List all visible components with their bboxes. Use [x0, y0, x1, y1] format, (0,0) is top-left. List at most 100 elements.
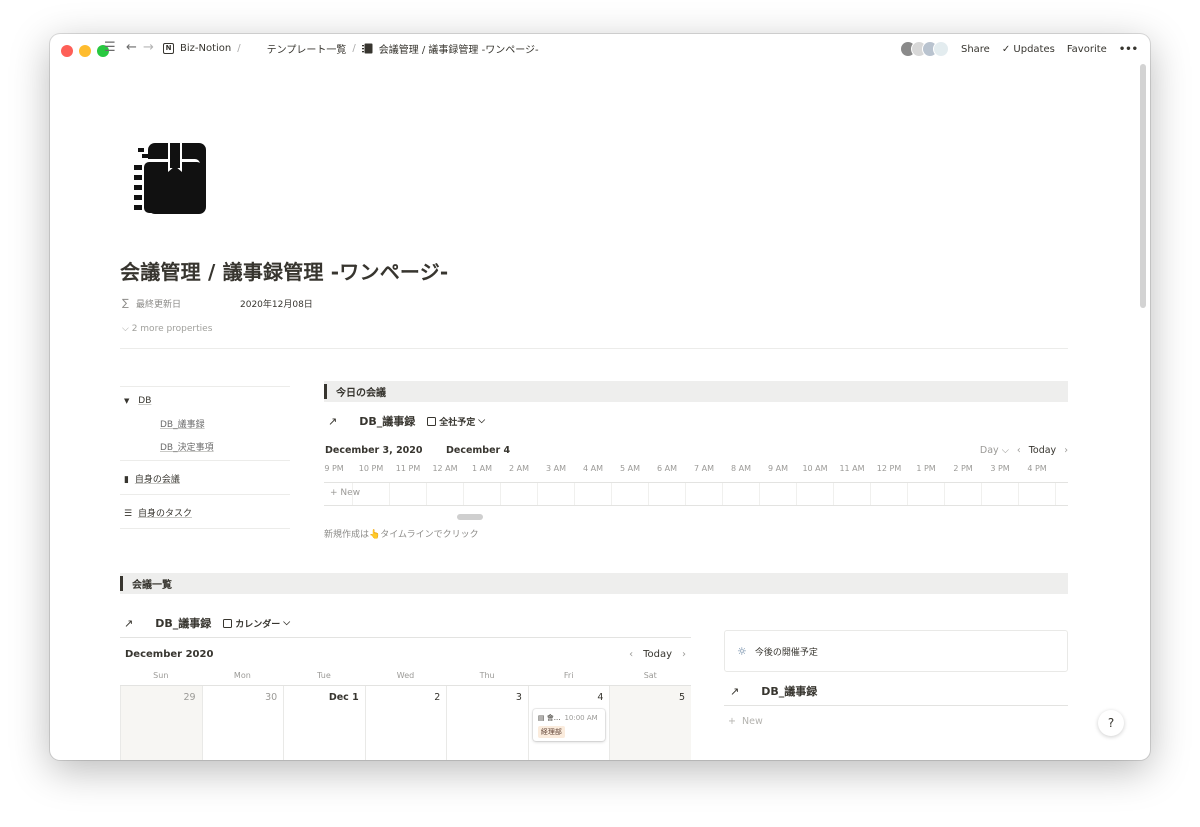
chevron-down-icon: ⌵ — [1001, 445, 1009, 456]
door-icon: ▮ — [124, 475, 129, 485]
timeline-column-line — [1018, 483, 1019, 505]
prev-month-icon[interactable]: ‹ — [629, 649, 633, 660]
breadcrumb: N Biz-Notion / テンプレート一覧 / 会議管理 / 議事録管理 -… — [163, 41, 539, 56]
calendar-day-cell[interactable]: 4 ▤ 會... 10:00 AM 経理部 — [527, 686, 610, 760]
day-number: 2 — [434, 692, 441, 703]
calendar-day-cell[interactable]: Dec 1 — [283, 686, 365, 760]
timeline-column-line — [1055, 483, 1056, 505]
sidebar-menu-icon[interactable]: ☰ — [104, 40, 116, 55]
page-title[interactable]: 会議管理 / 議事録管理 -ワンページ- — [120, 256, 448, 285]
timeline-column-line — [648, 483, 649, 505]
more-options-button[interactable]: ••• — [1119, 44, 1138, 55]
sigma-icon: ∑ — [122, 298, 129, 309]
next-icon[interactable]: › — [1064, 445, 1068, 456]
calendar-controls: ‹ Today › — [629, 649, 686, 660]
timeline-column-line — [685, 483, 686, 505]
prev-icon[interactable]: ‹ — [1017, 445, 1021, 456]
timeline-column-line — [870, 483, 871, 505]
timeline-column-line — [389, 483, 390, 505]
avatar[interactable] — [932, 41, 949, 57]
favorite-button[interactable]: Favorite — [1067, 44, 1107, 55]
timeline-hour-label: 1 PM — [916, 464, 936, 473]
weekday-label: Wed — [396, 671, 415, 680]
toggle-db[interactable]: ▼ DB — [124, 396, 151, 406]
timeline-hour-label: 4 PM — [1027, 464, 1047, 473]
plus-icon: + — [728, 716, 736, 727]
updates-button[interactable]: ✓ Updates — [1002, 44, 1055, 55]
title-bar: ☰ ← → N Biz-Notion / テンプレート一覧 / 会議管理 / 議… — [50, 34, 1150, 62]
next-month-icon[interactable]: › — [682, 649, 686, 660]
calendar-view-icon — [223, 618, 233, 628]
property-value: 2020年12月08日 — [240, 300, 313, 310]
timeline-column-line — [463, 483, 464, 505]
calendar-day-cell[interactable]: 2 — [364, 686, 447, 760]
weekday-label: Sun — [153, 671, 169, 680]
calendar-day-cell[interactable]: 29 — [120, 686, 202, 760]
weekday-label: Sat — [643, 671, 657, 680]
window-controls — [61, 45, 109, 57]
chevron-down-icon: ⌵ — [478, 416, 486, 426]
close-window-button[interactable] — [61, 45, 73, 57]
calendar-event-card[interactable]: ▤ 會... 10:00 AM 経理部 — [532, 709, 605, 741]
toc-db-link[interactable]: DB — [138, 396, 151, 406]
open-arrow-icon[interactable]: ↗ — [730, 685, 739, 698]
more-properties-toggle[interactable]: ⌵ 2 more properties — [122, 324, 212, 334]
breadcrumb-workspace[interactable]: Biz-Notion — [180, 43, 231, 54]
timeline-column-line — [981, 483, 982, 505]
notebook-icon[interactable] — [134, 142, 208, 216]
collaborator-avatars[interactable] — [899, 41, 949, 57]
day-number: 3 — [515, 692, 522, 703]
timeline-hour-label: 6 AM — [656, 464, 678, 473]
today-button[interactable]: Today — [1029, 445, 1056, 456]
my-tasks-link[interactable]: ☰ 自身のタスク — [124, 506, 192, 519]
meetings-list-heading: 会議一覧 — [120, 573, 1068, 594]
timeline-column-line — [722, 483, 723, 505]
timeline-column-line — [759, 483, 760, 505]
upcoming-callout[interactable]: ☼ 今後の開催予定 — [724, 630, 1068, 672]
db-title[interactable]: DB_議事録 — [155, 615, 211, 631]
list-new-button[interactable]: + New — [728, 716, 763, 727]
divider — [120, 386, 290, 387]
help-button[interactable]: ? — [1098, 710, 1124, 736]
my-meetings-link[interactable]: ▮ 自身の会議 — [124, 472, 180, 485]
timeline-new-button[interactable]: + New — [330, 488, 360, 498]
timeline-scrollbar[interactable] — [457, 514, 483, 520]
view-label: カレンダー — [235, 619, 281, 630]
timeline-hour-label: 4 AM — [582, 464, 604, 473]
page-scrollbar-thumb[interactable] — [1140, 64, 1146, 308]
toc-db-minutes-link[interactable]: DB_議事録 — [160, 417, 205, 430]
open-arrow-icon[interactable]: ↗ — [328, 415, 337, 428]
db-title[interactable]: DB_議事録 — [359, 413, 415, 429]
divider — [120, 348, 1068, 349]
open-arrow-icon[interactable]: ↗ — [124, 617, 133, 630]
breadcrumb-parent[interactable]: テンプレート一覧 — [267, 41, 347, 56]
back-arrow-icon[interactable]: ← — [126, 40, 137, 55]
forward-arrow-icon[interactable]: → — [143, 40, 154, 55]
calendar-day-cell[interactable]: 5 — [609, 686, 692, 760]
heading-text: 会議一覧 — [132, 580, 172, 591]
view-selector[interactable]: 全社予定 ⌵ — [427, 415, 485, 428]
weekday-label: Tue — [317, 671, 331, 680]
calendar-day-cell[interactable]: 3 — [446, 686, 528, 760]
minimize-window-button[interactable] — [79, 45, 91, 57]
calendar-day-cell[interactable]: 30 — [201, 686, 284, 760]
timeline-grid[interactable]: + New — [324, 482, 1068, 506]
zoom-selector[interactable]: Day ⌵ — [980, 445, 1009, 456]
property-last-updated[interactable]: ∑ 最終更新日 2020年12月08日 — [122, 297, 313, 310]
list-db-header: ↗ DB_議事録 カレンダー ⌵ — [124, 615, 290, 631]
list-icon: ☰ — [124, 509, 133, 519]
heading-accent — [324, 384, 327, 399]
today-button[interactable]: Today — [643, 649, 672, 660]
timeline-view-icon — [427, 416, 437, 426]
divider — [724, 705, 1068, 706]
heading-accent — [120, 576, 123, 591]
db-title[interactable]: DB_議事録 — [761, 683, 817, 699]
share-button[interactable]: Share — [961, 44, 990, 55]
day-number: 30 — [265, 692, 278, 703]
toc-db-decisions-link[interactable]: DB_決定事項 — [160, 440, 214, 453]
weekday-label: Thu — [479, 671, 495, 680]
view-selector[interactable]: カレンダー ⌵ — [223, 617, 290, 630]
department-tag: 経理部 — [537, 726, 565, 738]
weekday-label: Fri — [563, 671, 574, 680]
breadcrumb-current[interactable]: 会議管理 / 議事録管理 -ワンページ- — [379, 41, 539, 56]
